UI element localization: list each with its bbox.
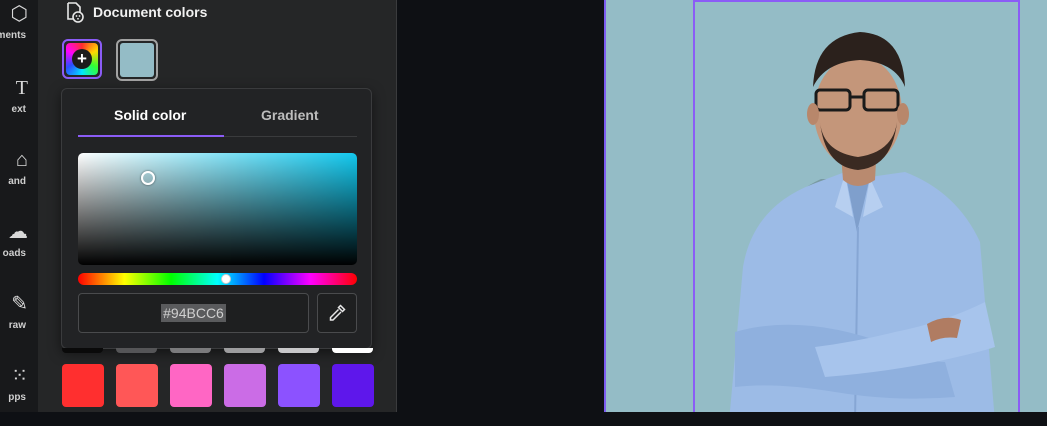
rail-brand-label: and xyxy=(8,176,26,187)
grey-swatch[interactable] xyxy=(170,348,211,353)
color-picker-popover: Solid color Gradient #94BCC6 xyxy=(61,88,372,349)
selected-photo-frame[interactable] xyxy=(693,0,1020,412)
tab-divider xyxy=(224,136,357,137)
design-canvas[interactable] xyxy=(606,0,1047,412)
rail-text-label: ext xyxy=(11,104,26,115)
rail-text[interactable]: T ext xyxy=(0,78,38,138)
color-swatch[interactable] xyxy=(224,364,266,407)
rail-draw-label: raw xyxy=(8,320,26,331)
hue-handle[interactable] xyxy=(220,274,231,284)
text-icon: T xyxy=(15,77,28,99)
rail-apps[interactable]: ⁙ pps xyxy=(0,366,38,426)
rail-apps-label: pps xyxy=(8,392,26,403)
rail-elements[interactable]: ⬡ ments xyxy=(0,4,38,64)
rail-draw[interactable]: ✎ raw xyxy=(0,294,38,354)
side-nav: ⬡ ments T ext ⌂ and ☁ oads ✎ raw ⁙ pps xyxy=(0,0,38,412)
saturation-brightness-area[interactable] xyxy=(78,153,357,265)
draw-icon: ✎ xyxy=(11,293,28,315)
grey-swatch[interactable] xyxy=(224,348,265,353)
color-swatch[interactable] xyxy=(62,364,104,407)
active-tab-indicator xyxy=(78,135,224,137)
apps-icon: ⁙ xyxy=(11,365,28,387)
color-swatch[interactable] xyxy=(170,364,212,407)
color-swatch[interactable] xyxy=(332,364,374,407)
tab-solid-color[interactable]: Solid color xyxy=(114,107,186,123)
eyedropper-button[interactable] xyxy=(317,293,357,333)
rail-uploads[interactable]: ☁ oads xyxy=(0,222,38,282)
rail-elements-label: ments xyxy=(0,30,26,41)
rail-uploads-label: oads xyxy=(2,248,26,259)
hex-value: #94BCC6 xyxy=(161,304,226,322)
document-colors-header: Document colors xyxy=(64,0,207,24)
grey-swatch[interactable] xyxy=(278,348,319,353)
grey-swatch[interactable] xyxy=(62,348,103,353)
hue-slider[interactable] xyxy=(78,273,357,285)
saturation-handle[interactable] xyxy=(141,171,155,185)
add-color-button[interactable]: + xyxy=(62,39,102,79)
grey-swatch[interactable] xyxy=(332,348,373,353)
tab-gradient[interactable]: Gradient xyxy=(261,107,319,123)
color-swatch[interactable] xyxy=(116,364,158,407)
document-color-swatch[interactable] xyxy=(116,39,158,81)
grey-swatch[interactable] xyxy=(116,348,157,353)
color-swatch[interactable] xyxy=(278,364,320,407)
section-title: Document colors xyxy=(93,4,208,20)
plus-icon: + xyxy=(72,49,92,69)
uploads-icon: ☁ xyxy=(8,221,28,243)
brand-icon: ⌂ xyxy=(15,149,28,171)
document-palette-icon xyxy=(67,2,84,23)
elements-icon: ⬡ xyxy=(10,3,28,25)
eyedropper-icon xyxy=(329,304,346,321)
hex-color-input[interactable]: #94BCC6 xyxy=(78,293,309,333)
color-panel: Document colors + Solid color Gradient #… xyxy=(38,0,397,412)
person-photo[interactable] xyxy=(695,2,1022,412)
rail-brand[interactable]: ⌂ and xyxy=(0,150,38,210)
